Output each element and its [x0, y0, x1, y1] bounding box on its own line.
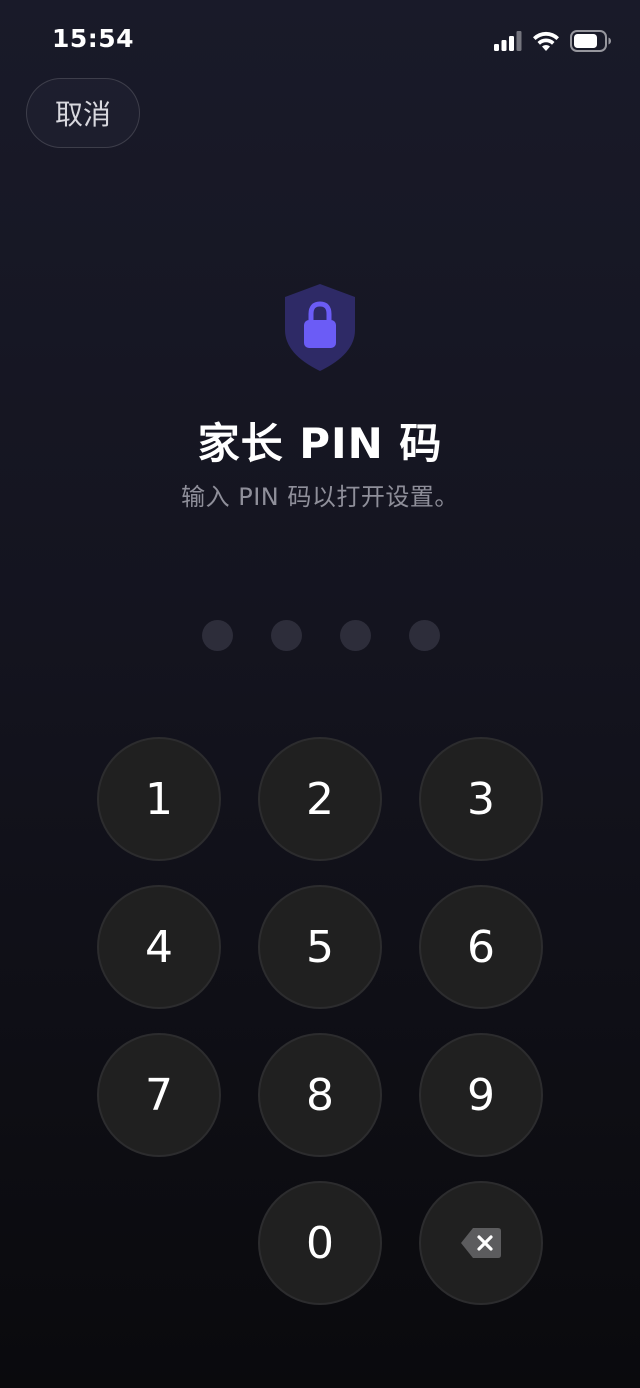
pin-dot [202, 620, 233, 651]
key-0[interactable]: 0 [258, 1181, 382, 1305]
delete-button[interactable] [419, 1181, 543, 1305]
keypad: 1 2 3 4 5 6 7 8 9 0 [0, 0, 640, 1388]
key-4[interactable]: 4 [97, 885, 221, 1009]
status-bar: 15:54 [0, 0, 640, 80]
pin-dot [409, 620, 440, 651]
key-3[interactable]: 3 [419, 737, 543, 861]
status-icons [494, 28, 612, 54]
pin-indicator [200, 620, 440, 652]
page-title: 家长 PIN 码 [197, 419, 443, 468]
page-subtitle: 输入 PIN 码以打开设置。 [181, 483, 459, 511]
backspace-icon [461, 1228, 501, 1258]
key-6[interactable]: 6 [419, 885, 543, 1009]
battery-icon [570, 30, 611, 52]
key-7[interactable]: 7 [97, 1033, 221, 1157]
key-8[interactable]: 8 [258, 1033, 382, 1157]
status-time: 15:54 [52, 24, 135, 53]
key-9[interactable]: 9 [419, 1033, 543, 1157]
shield-lock-icon [280, 280, 360, 376]
pin-dot [271, 620, 302, 651]
key-2[interactable]: 2 [258, 737, 382, 861]
cancel-button[interactable]: 取消 [26, 78, 140, 148]
cellular-signal-icon [494, 31, 522, 51]
key-5[interactable]: 5 [258, 885, 382, 1009]
pin-dot [340, 620, 371, 651]
wifi-icon [533, 31, 559, 51]
key-1[interactable]: 1 [97, 737, 221, 861]
